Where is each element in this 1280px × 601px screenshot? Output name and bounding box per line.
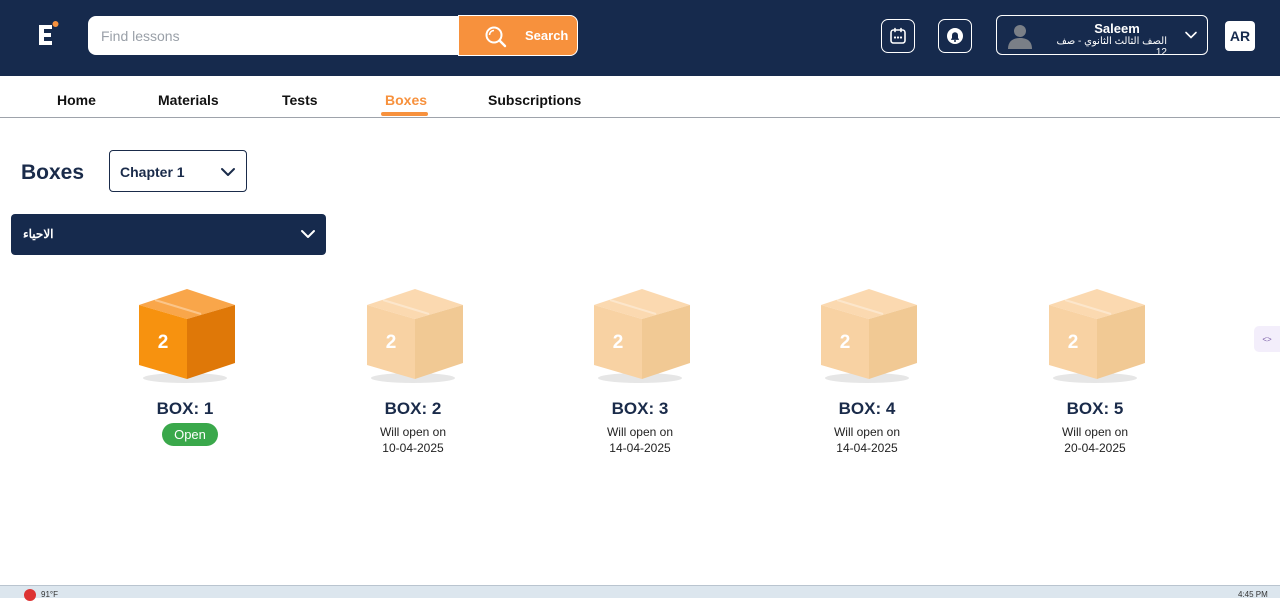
box-open-date: Will open on 14-04-2025 [777, 424, 957, 456]
bell-icon [947, 28, 963, 44]
box-status-date: 14-04-2025 [609, 441, 671, 455]
side-widget-tab[interactable]: <> [1254, 326, 1280, 352]
box-number: 2 [840, 332, 851, 353]
box-icon: 2 [367, 289, 463, 383]
chapter-select-value: Chapter 1 [120, 164, 185, 180]
box-card: 2 BOX: 3 Will open on 14-04-2025 [550, 285, 730, 465]
brand-logo-icon[interactable] [36, 20, 60, 50]
language-toggle-button[interactable]: AR [1225, 21, 1255, 51]
box-status-label: Will open on [606, 425, 674, 439]
box-status-date: 20-04-2025 [1064, 441, 1126, 455]
box-status-date: 10-04-2025 [382, 441, 444, 455]
box-number: 2 [158, 332, 169, 353]
box-card: 2 BOX: 4 Will open on 14-04-2025 [777, 285, 957, 465]
active-tab-indicator [381, 112, 428, 116]
box-status-label: Will open on [833, 425, 901, 439]
box-title: BOX: 3 [611, 399, 669, 418]
box-icon: 2 [594, 289, 690, 383]
nav-item-boxes[interactable]: Boxes [385, 92, 427, 108]
calendar-button[interactable] [881, 19, 915, 53]
nav-item-subscriptions[interactable]: Subscriptions [488, 92, 581, 108]
box-open-date: Will open on 14-04-2025 [550, 424, 730, 456]
box-card: 2 BOX: 2 Will open on 10-04-2025 [323, 285, 503, 465]
box-status-label: Will open on [379, 425, 447, 439]
chevron-down-icon [301, 230, 315, 238]
box-title: BOX: 4 [838, 399, 896, 418]
search-icon [485, 26, 507, 48]
box-icon: 2 [1049, 289, 1145, 383]
search-button-label: Search [525, 28, 569, 43]
top-header: Search Saleem الصف الثالث الثانوي - صف 1… [0, 0, 1280, 76]
box-number: 2 [386, 332, 397, 353]
box-title: BOX: 5 [1066, 399, 1124, 418]
page-title: Boxes [21, 161, 85, 184]
user-name: Saleem [1094, 21, 1140, 36]
search-button[interactable]: Search [458, 15, 578, 56]
subject-select-value: الاحياء [23, 227, 54, 241]
user-grade: الصف الثالث الثانوي - صف 12 [1056, 36, 1167, 58]
notifications-button[interactable] [938, 19, 972, 53]
weather-alert-icon [24, 589, 36, 601]
box-icon: 2 [821, 289, 917, 383]
nav-item-materials[interactable]: Materials [158, 92, 219, 108]
chevron-down-icon [1185, 31, 1197, 39]
box-title: BOX: 1 [156, 399, 214, 418]
os-taskbar: 91°F 4:45 PM [0, 585, 1280, 601]
box-number: 2 [613, 332, 624, 353]
open-box-button[interactable]: Open [162, 423, 218, 446]
nav-item-tests[interactable]: Tests [282, 92, 318, 108]
user-menu[interactable]: Saleem الصف الثالث الثانوي - صف 12 [996, 15, 1208, 58]
main-nav: Home Materials Tests Boxes Subscriptions [0, 76, 1280, 118]
subject-select[interactable]: الاحياء [11, 214, 326, 255]
box-number: 2 [1068, 332, 1079, 353]
chevron-down-icon [221, 168, 235, 176]
box-status-date: 14-04-2025 [836, 441, 898, 455]
box-card[interactable]: 2 BOX: 1 Open [95, 285, 275, 465]
nav-item-home[interactable]: Home [57, 92, 96, 108]
box-title: BOX: 2 [384, 399, 442, 418]
box-card: 2 BOX: 5 Will open on 20-04-2025 [1005, 285, 1185, 465]
box-open-date: Will open on 10-04-2025 [323, 424, 503, 456]
chapter-select[interactable]: Chapter 1 [109, 150, 247, 192]
box-status-label: Will open on [1061, 425, 1129, 439]
search-input[interactable] [88, 16, 460, 55]
calendar-icon [890, 27, 906, 44]
box-open-date: Will open on 20-04-2025 [1005, 424, 1185, 456]
box-icon[interactable]: 2 [135, 285, 235, 385]
